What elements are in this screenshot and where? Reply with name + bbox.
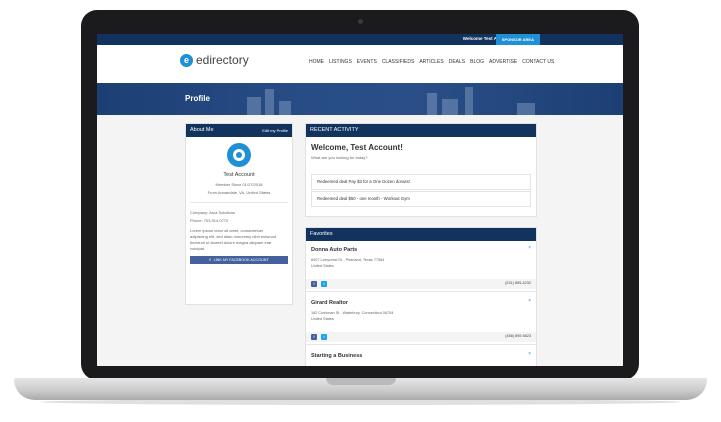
welcome-prompt: What are you looking for today?: [311, 155, 368, 160]
main-nav: HOME LISTINGS EVENTS CLASSIFIEDS ARTICLE…: [309, 59, 554, 65]
favorite-phone: (456) 895 5823: [505, 334, 531, 338]
site-header: e edirectory HOME LISTINGS EVENTS CLASSI…: [97, 45, 623, 83]
favorite-address: 182 Cushman St , Waterbury, Connecticut …: [311, 311, 394, 315]
favorite-item[interactable]: Donna Auto Parts × 8407 Larrycrest Dr , …: [306, 241, 536, 292]
favorite-name[interactable]: Girard Realtor: [311, 300, 348, 306]
recent-activity-panel: RECENT ACTIVITY Welcome, Test Account! W…: [305, 123, 537, 217]
brand-name[interactable]: edirectory: [196, 53, 249, 67]
skyline-building: [427, 93, 437, 115]
nav-advertise[interactable]: ADVERTISE: [489, 59, 517, 65]
favorite-item[interactable]: Girard Realtor × 182 Cushman St , Waterb…: [306, 294, 536, 345]
nav-contact-us[interactable]: CONTACT US: [522, 59, 554, 65]
link-facebook-button[interactable]: f LINK MY FACEBOOK ACCOUNT: [190, 256, 288, 264]
nav-home[interactable]: HOME: [309, 59, 324, 65]
facebook-icon[interactable]: f: [311, 281, 317, 287]
facebook-icon[interactable]: f: [311, 334, 317, 340]
bio-line: adipiscing elit, sed diam nonummy nibh e…: [190, 234, 277, 239]
recent-activity-header: RECENT ACTIVITY: [306, 124, 536, 137]
activity-item[interactable]: Redeemed deal Pay $3 for a One Dozen don…: [311, 174, 531, 190]
top-bar: Welcome Test Account Demo ▾ SPONSOR AREA: [97, 34, 623, 45]
webcam: [358, 19, 363, 24]
remove-favorite-icon[interactable]: ×: [528, 298, 531, 304]
laptop-notch: [326, 378, 396, 385]
favorite-country: United States: [311, 264, 334, 268]
twitter-icon[interactable]: t: [321, 334, 327, 340]
favorite-footer: f t (456) 895 5823: [306, 332, 536, 342]
nav-events[interactable]: EVENTS: [357, 59, 377, 65]
bio-line: Lorem ipsum dolor sit amet, consectetuer: [190, 228, 264, 233]
laptop-screen: Welcome Test Account Demo ▾ SPONSOR AREA…: [97, 34, 623, 366]
profile-hero-banner: Profile: [97, 83, 623, 115]
member-since: Member Since 01/27/2018: [215, 182, 263, 187]
bio-line: volutpat.: [190, 246, 206, 251]
remove-favorite-icon[interactable]: ×: [528, 351, 531, 357]
favorite-name[interactable]: Donna Auto Parts: [311, 247, 357, 253]
nav-listings[interactable]: LISTINGS: [329, 59, 352, 65]
profile-phone: Phone: 703.914.0770: [190, 218, 229, 223]
skyline-building: [517, 103, 535, 115]
nav-articles[interactable]: ARTICLES: [419, 59, 443, 65]
favorite-footer: f t (231) 855-4232: [306, 279, 536, 289]
about-me-panel: About Me Edit my Profile Test Account Me…: [185, 123, 293, 305]
skyline-building: [442, 99, 458, 115]
activity-item[interactable]: Redeemed deal $50 - one month - Workout …: [311, 191, 531, 207]
remove-favorite-icon[interactable]: ×: [528, 245, 531, 251]
profile-location: From Annandale, VA, United States: [207, 190, 271, 195]
favorite-address: 8407 Larrycrest Dr , Pearland, Texas 775…: [311, 258, 385, 262]
skyline-building: [279, 101, 291, 115]
welcome-heading: Welcome, Test Account!: [311, 143, 403, 152]
favorites-panel: Favorites Donna Auto Parts × 8407 Larryc…: [305, 227, 537, 366]
page-title: Profile: [185, 94, 210, 103]
nav-blog[interactable]: BLOG: [470, 59, 484, 65]
favorite-country: United States: [311, 317, 334, 321]
favorite-phone: (231) 855-4232: [505, 281, 531, 285]
edit-profile-link[interactable]: Edit my Profile: [262, 124, 288, 137]
favorite-name[interactable]: Starting a Business: [311, 353, 362, 359]
skyline-building: [465, 87, 473, 115]
avatar: [227, 143, 251, 167]
skyline-building: [265, 89, 274, 115]
bio-line: tincidunt ut laoreet dolore magna aliqua…: [190, 240, 272, 245]
sponsor-area-button[interactable]: SPONSOR AREA: [495, 34, 540, 45]
link-facebook-label: LINK MY FACEBOOK ACCOUNT: [213, 258, 269, 262]
favorites-header: Favorites: [306, 228, 536, 241]
about-me-title: About Me: [190, 127, 214, 133]
nav-deals[interactable]: DEALS: [449, 59, 465, 65]
edirectory-logo-icon[interactable]: e: [180, 54, 193, 67]
favorite-item[interactable]: Starting a Business ×: [306, 347, 536, 366]
profile-name: Test Account: [223, 172, 255, 178]
divider: [190, 202, 288, 203]
skyline-building: [247, 97, 261, 115]
about-me-header: About Me Edit my Profile: [186, 124, 292, 137]
nav-classifieds[interactable]: CLASSIFIEDS: [382, 59, 415, 65]
profile-company: Company: Arca Solutions: [190, 210, 235, 215]
twitter-icon[interactable]: t: [321, 281, 327, 287]
facebook-icon: f: [209, 258, 211, 262]
